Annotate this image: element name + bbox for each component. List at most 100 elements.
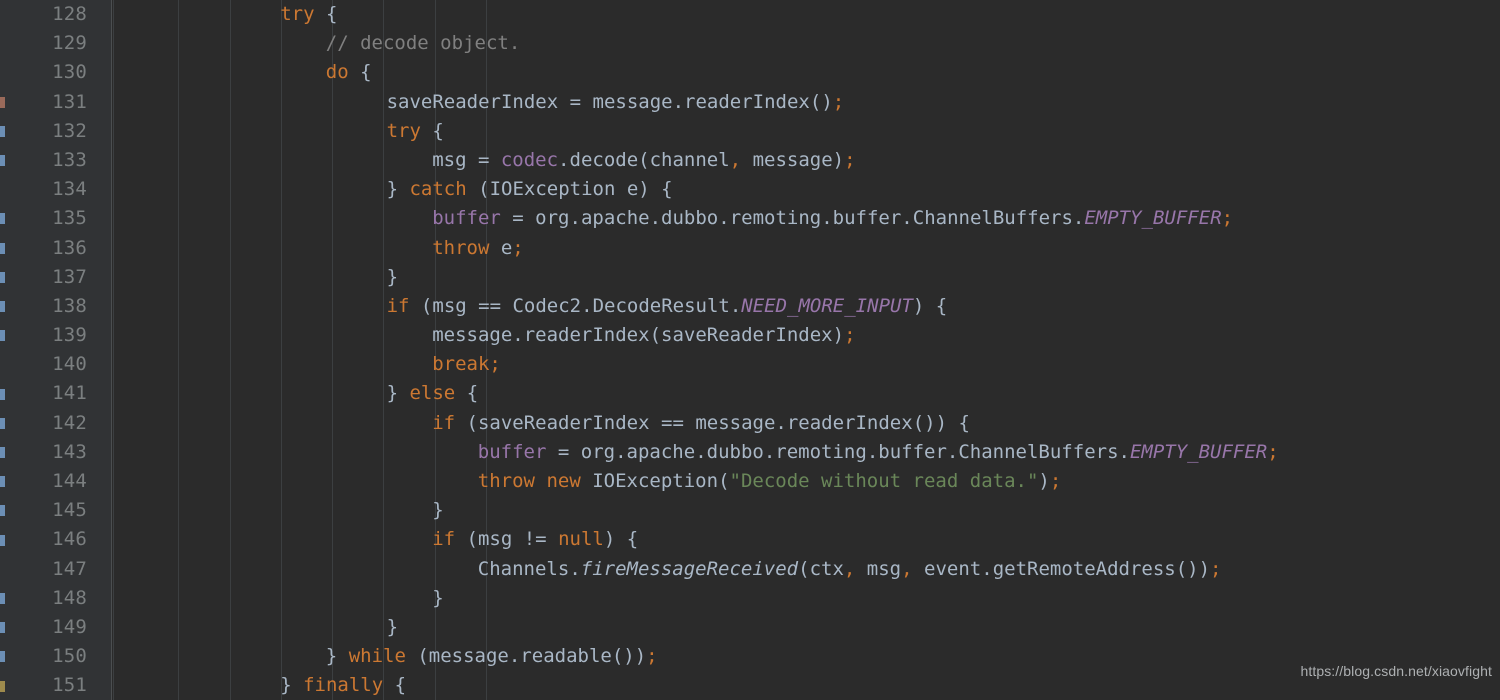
code-line[interactable]: } catch (IOException e) { (113, 175, 1500, 204)
code-line[interactable]: buffer = org.apache.dubbo.remoting.buffe… (113, 438, 1500, 467)
line-number: 145 (52, 499, 87, 522)
code-token-pn: { (360, 61, 372, 84)
watermark-url: https://blog.csdn.net/xiaovfight (1300, 662, 1492, 679)
code-token-id: apache (626, 440, 696, 463)
code-content[interactable]: try {// decode object. do {saveReaderInde… (113, 0, 1500, 700)
code-token-id: buffer (832, 207, 902, 230)
code-token-pn: ( (638, 148, 650, 171)
code-token-cls: IOException (489, 178, 616, 201)
line-number: 150 (52, 645, 87, 668)
line-number: 146 (52, 528, 87, 551)
code-token-pn: { (432, 119, 444, 142)
code-token-sc: , (729, 148, 742, 171)
code-line[interactable]: } (113, 584, 1500, 613)
code-token-id: remoting (775, 440, 867, 463)
code-line[interactable]: break; (113, 350, 1500, 379)
code-line[interactable]: } (113, 496, 1500, 525)
code-token-id: channel (649, 148, 730, 171)
line-number: 141 (52, 382, 87, 405)
code-token-pn: ) (832, 148, 845, 171)
line-number: 143 (52, 440, 87, 463)
code-line[interactable]: throw e; (113, 234, 1500, 263)
code-token-pn: . (615, 440, 627, 463)
code-token-pn: ( (718, 470, 730, 492)
code-token-id: dubbo (661, 207, 719, 230)
code-token-pn: . (981, 557, 993, 580)
code-token-pn: { (325, 3, 338, 25)
code-token-sc: ; (1210, 557, 1222, 580)
code-token-kw: finally (303, 674, 384, 697)
code-token-cls: Codec2 (512, 294, 582, 317)
code-line[interactable]: msg = codec.decode(channel, message); (113, 146, 1500, 175)
line-number-column: 128 129 130 131 132 133 134 135 136 137 138 139 140 1… (0, 0, 90, 700)
line-number: 134 (52, 178, 87, 201)
code-token-kw: if (432, 411, 456, 434)
code-line[interactable]: } finally { (113, 671, 1500, 700)
code-token-id: dubbo (706, 440, 764, 463)
line-number: 138 (52, 294, 87, 317)
code-token-cls: DecodeResult (592, 294, 730, 317)
code-token-pn: . (866, 440, 879, 463)
line-number: 149 (52, 615, 87, 638)
code-token-pn: ()) { (912, 411, 970, 434)
code-token-id: org (580, 440, 616, 463)
code-line[interactable]: try { (113, 117, 1500, 146)
code-token-pn (855, 558, 866, 580)
code-line[interactable]: message.readerIndex(saveReaderIndex); (113, 321, 1500, 350)
code-token-pn: . (672, 90, 685, 113)
code-token-pn: ) (1038, 470, 1050, 492)
code-token-pn: . (775, 411, 787, 434)
code-line[interactable]: Channels.fireMessageReceived(ctx, msg, e… (113, 555, 1500, 584)
code-token-stm: fireMessageReceived (580, 557, 799, 580)
code-token-id: e (489, 236, 513, 259)
code-token-op: == (466, 294, 513, 317)
code-token-kw: new (546, 470, 581, 492)
code-token-pn: . (946, 440, 959, 463)
code-token-sc: , (901, 557, 913, 580)
code-line[interactable]: throw new IOException("Decode without re… (113, 467, 1500, 496)
code-line[interactable]: if (msg == Codec2.DecodeResult.NEED_MORE… (113, 292, 1500, 321)
code-token-pn: } (325, 645, 349, 668)
code-token-pn: . (821, 207, 833, 230)
code-line[interactable]: try { (113, 0, 1500, 29)
code-token-id: org (535, 207, 570, 230)
line-number: 136 (52, 236, 87, 259)
code-token-pn: () (809, 90, 833, 113)
code-token-kw: throw (432, 236, 490, 259)
code-token-id: remoting (729, 207, 822, 230)
line-number: 135 (52, 207, 87, 230)
code-token-pn: } (386, 265, 399, 288)
code-token-op: = (558, 90, 593, 113)
code-line[interactable]: } (113, 263, 1500, 292)
code-line[interactable]: saveReaderIndex = message.readerIndex(); (113, 88, 1500, 117)
code-line[interactable]: } (113, 613, 1500, 642)
code-token-sc: , (843, 557, 856, 580)
code-token-pn: ( (455, 528, 478, 551)
code-token-pn: ()) (611, 645, 647, 668)
code-token-pn: } (280, 674, 304, 697)
code-token-sc: ; (512, 236, 524, 259)
editor-gutter[interactable]: 128 129 130 131 132 133 134 135 136 137 138 139 140 1… (0, 0, 112, 700)
code-line[interactable]: } else { (113, 379, 1500, 408)
code-line[interactable]: if (saveReaderIndex == message.readerInd… (113, 409, 1500, 438)
code-token-op: = (466, 148, 501, 171)
code-surface[interactable]: try {// decode object. do {saveReaderInde… (113, 0, 1500, 700)
code-token-kw: while (348, 645, 406, 668)
code-token-id: msg (866, 557, 902, 580)
code-token-kw: if (432, 528, 456, 551)
code-token-pn (349, 61, 360, 83)
code-line[interactable]: buffer = org.apache.dubbo.remoting.buffe… (113, 204, 1500, 233)
code-token-kw: else (409, 382, 456, 405)
code-line[interactable]: // decode object. (113, 29, 1500, 58)
code-line[interactable]: } while (message.readable()); (113, 642, 1500, 671)
code-editor[interactable]: 128 129 130 131 132 133 134 135 136 137 138 139 140 1… (0, 0, 1500, 700)
code-token-id: message (752, 148, 833, 171)
code-token-pn: . (581, 294, 593, 317)
code-token-pn: . (718, 207, 730, 230)
code-token-kw: try (386, 119, 421, 142)
code-token-pn: . (508, 645, 521, 668)
code-token-id: msg (477, 528, 513, 551)
code-token-sc: ; (1049, 470, 1062, 492)
code-line[interactable]: if (msg != null) { (113, 525, 1500, 554)
code-line[interactable]: do { (113, 58, 1500, 87)
